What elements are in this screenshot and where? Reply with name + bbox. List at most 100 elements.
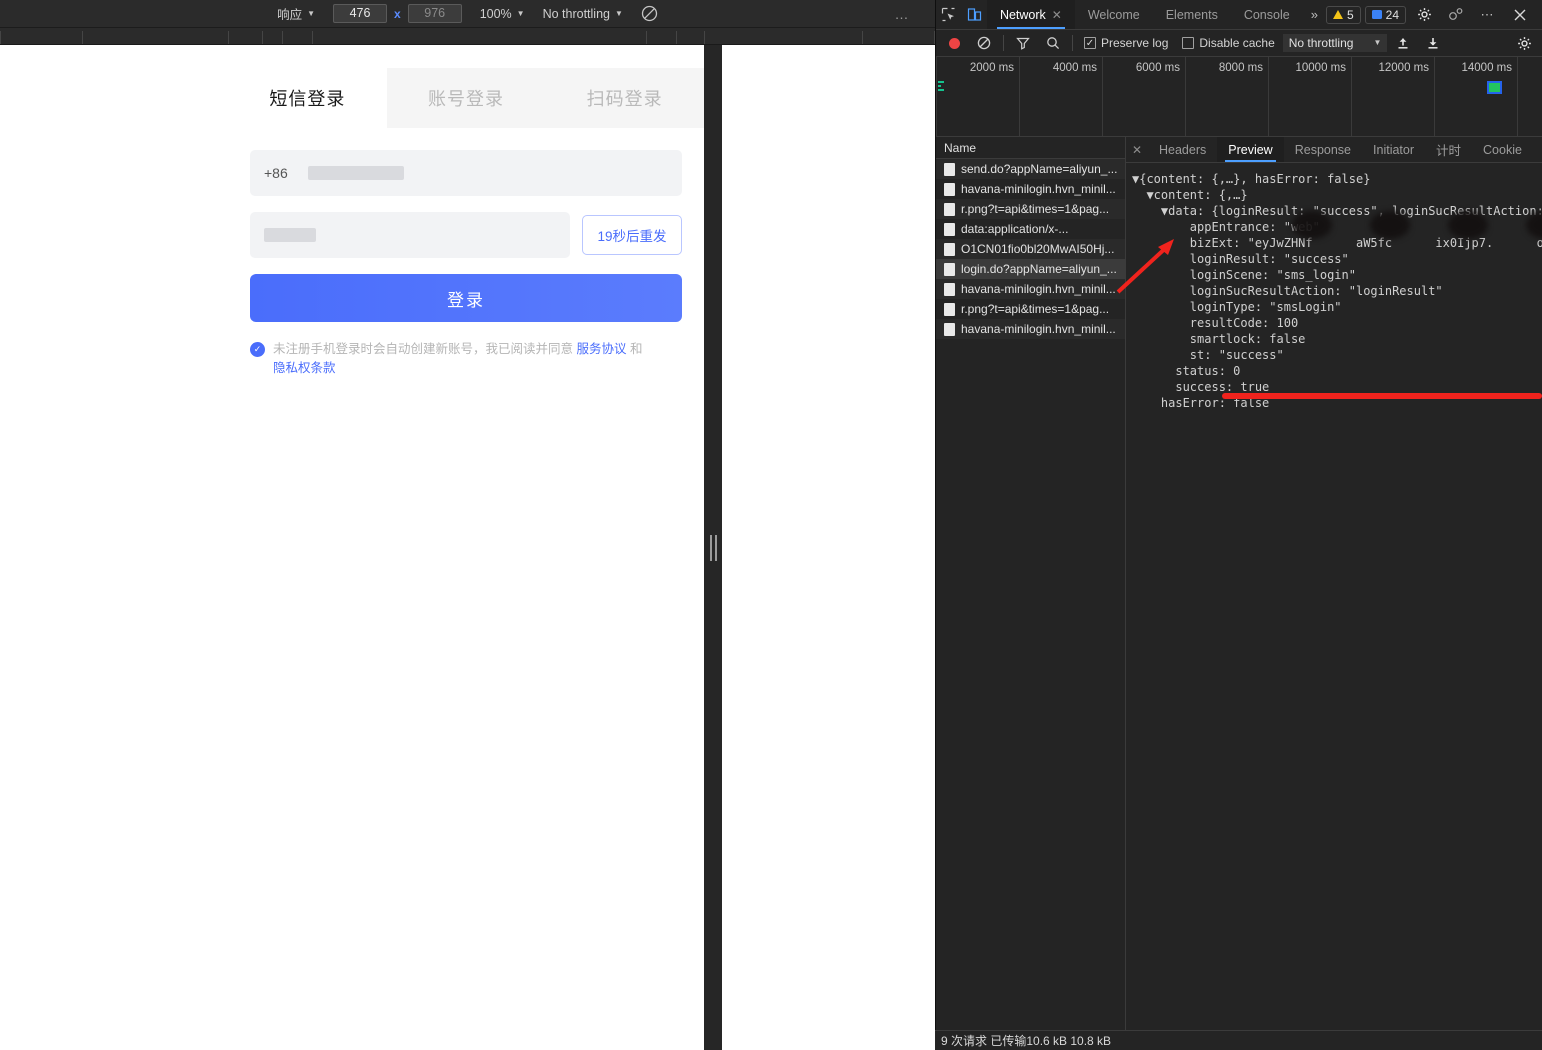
download-icon[interactable] [1419,36,1447,50]
resend-code-button[interactable]: 19秒后重发 [582,215,682,255]
warning-count-label: 5 [1346,7,1354,22]
tab-qrcode-login[interactable]: 扫码登录 [545,68,704,128]
tab-response[interactable]: Response [1284,137,1362,162]
devtools-tab-bar: Network ✕ Welcome Elements Console » 5 2… [936,0,1542,30]
redaction-blob [1370,211,1410,239]
document-icon [944,222,955,236]
network-settings-gear-icon[interactable] [1510,36,1538,51]
network-timeline-overview[interactable]: 2000 ms 4000 ms 6000 ms 8000 ms 10000 ms… [936,57,1542,137]
tab-initiator[interactable]: Initiator [1362,137,1425,162]
disable-cache-checkbox[interactable]: Disable cache [1176,36,1280,50]
request-row[interactable]: r.png?t=api&times=1&pag... [936,199,1125,219]
request-row-selected[interactable]: login.do?appName=aliyun_... [936,259,1125,279]
json-line[interactable]: ▼content: {,…} [1132,187,1542,203]
device-mode-select[interactable]: 响应 ▼ [277,4,315,23]
device-throttling-select[interactable]: No throttling ▼ [543,7,623,21]
country-code-label: +86 [264,165,288,181]
customize-icon[interactable] [1442,7,1470,22]
zoom-select[interactable]: 100% ▼ [480,7,525,21]
document-icon [944,202,955,216]
annotation-arrow-icon [1116,239,1174,294]
json-line[interactable]: ▼{content: {,…}, hasError: false} [1132,171,1542,187]
request-list[interactable]: Name send.do?appName=aliyun_... havana-m… [936,137,1126,1050]
agreement-checkbox[interactable]: ✓ [250,342,265,357]
viewport-resize-handle[interactable] [704,45,722,1050]
login-tab-bar: 短信登录 账号登录 扫码登录 [228,68,704,128]
agreement-row: ✓ 未注册手机登录时会自动创建新账号，我已阅读并同意 服务协议 和 隐私权条款 [250,340,682,378]
filter-icon[interactable] [1009,36,1037,50]
more-options-icon[interactable]: ⋯ [1474,8,1502,21]
tab-cookie[interactable]: Cookie [1472,137,1533,162]
json-line[interactable]: loginResult: "success" [1132,251,1542,267]
tab-timing[interactable]: 计时 [1425,137,1472,162]
devtools-panel: Network ✕ Welcome Elements Console » 5 2… [935,0,1542,1050]
request-list-header[interactable]: Name [936,137,1125,159]
request-row[interactable]: data:application/x-... [936,219,1125,239]
device-toolbar-toggle-icon[interactable] [961,0,986,29]
close-detail-icon[interactable]: ✕ [1126,137,1148,162]
json-line[interactable]: loginScene: "sms_login" [1132,267,1542,283]
message-count-label: 24 [1385,7,1399,22]
more-tabs-button[interactable]: » [1303,0,1326,29]
tab-account-login[interactable]: 账号登录 [386,68,546,128]
viewport-width-input[interactable]: 476 [333,4,387,23]
service-agreement-link[interactable]: 服务协议 [577,342,627,356]
close-icon[interactable]: ✕ [1052,8,1062,22]
message-count-badge[interactable]: 24 [1364,5,1406,24]
agreement-conjunction: 和 [630,342,643,356]
device-mode-label: 响应 [277,8,303,22]
request-name: O1CN01fio0bl20MwAI50Hj... [961,242,1115,256]
request-row[interactable]: r.png?t=api&times=1&pag... [936,299,1125,319]
request-detail-tab-bar: ✕ Headers Preview Response Initiator 计时 … [1126,137,1542,163]
viewport-area: 短信登录 账号登录 扫码登录 +86 19秒后重发 登录 ✓ 未注册手机登录时会… [0,45,935,1050]
message-icon [1371,10,1382,19]
json-line[interactable]: resultCode: 100 [1132,315,1542,331]
tab-console[interactable]: Console [1231,0,1303,29]
rotate-icon[interactable] [641,5,658,22]
inspect-element-icon[interactable] [936,0,961,29]
device-toolbar-more-button[interactable]: … [895,7,912,21]
json-line[interactable]: smartlock: false [1132,331,1542,347]
privacy-policy-link[interactable]: 隐私权条款 [273,361,336,375]
tab-headers[interactable]: Headers [1148,137,1217,162]
phone-input-redacted[interactable] [307,166,404,180]
search-icon[interactable] [1039,36,1067,50]
document-icon [944,242,955,256]
request-row[interactable]: havana-minilogin.hvn_minil... [936,179,1125,199]
request-row[interactable]: send.do?appName=aliyun_... [936,159,1125,179]
upload-icon[interactable] [1389,36,1417,50]
code-input-redacted[interactable] [264,228,316,242]
request-row[interactable]: havana-minilogin.hvn_minil... [936,279,1125,299]
response-preview-json[interactable]: ▼{content: {,…}, hasError: false} ▼conte… [1126,163,1542,1050]
timeline-tick-label: 2000 ms [969,62,1014,74]
clear-icon[interactable] [970,36,998,50]
preserve-log-checkbox[interactable]: ✓ Preserve log [1078,36,1174,50]
warning-icon [1332,10,1343,19]
record-icon[interactable] [940,37,968,49]
json-line[interactable]: st: "success" [1132,347,1542,363]
json-line[interactable]: status: 0 [1132,363,1542,379]
request-row[interactable]: O1CN01fio0bl20MwAI50Hj... [936,239,1125,259]
verification-code-field[interactable] [250,212,570,258]
request-name: r.png?t=api&times=1&pag... [961,202,1110,216]
network-throttling-select[interactable]: No throttling ▼ [1282,34,1388,52]
tab-network-label: Network [999,7,1046,22]
viewport-height-input[interactable]: 976 [407,4,462,23]
json-line[interactable]: loginSucResultAction: "loginResult" [1132,283,1542,299]
preserve-log-label: Preserve log [1101,36,1169,50]
json-line[interactable]: loginType: "smsLogin" [1132,299,1542,315]
tab-sms-login[interactable]: 短信登录 [228,68,387,128]
phone-field[interactable]: +86 [250,150,682,196]
close-devtools-icon[interactable] [1506,8,1534,22]
timeline-activity-bars [938,81,944,91]
json-line-bizext[interactable]: bizExt: "eyJwZHNf aW5fc ix0Ijp7. oGUiOiJ… [1132,235,1542,251]
login-submit-button[interactable]: 登录 [250,274,682,322]
tab-welcome[interactable]: Welcome [1075,0,1153,29]
tab-preview[interactable]: Preview [1217,137,1284,162]
tab-network[interactable]: Network ✕ [986,0,1075,29]
timeline-screenshot-marker[interactable] [1487,81,1502,94]
warning-count-badge[interactable]: 5 [1325,5,1361,24]
tab-elements[interactable]: Elements [1153,0,1231,29]
request-row[interactable]: havana-minilogin.hvn_minil... [936,319,1125,339]
gear-icon[interactable] [1410,7,1438,22]
